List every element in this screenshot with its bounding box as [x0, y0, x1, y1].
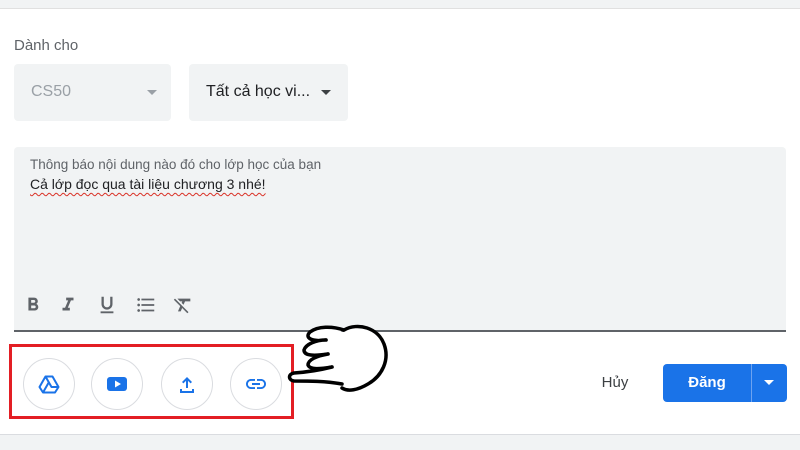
attachment-highlight-box — [9, 344, 294, 419]
chevron-down-icon — [321, 90, 331, 95]
class-select[interactable]: CS50 — [14, 64, 171, 121]
post-options-button[interactable] — [751, 364, 787, 402]
bold-icon[interactable] — [22, 294, 44, 316]
students-select[interactable]: Tất cả học vi... — [189, 64, 348, 121]
announcement-placeholder: Thông báo nội dung nào đó cho lớp học củ… — [30, 157, 322, 172]
clear-formatting-icon[interactable] — [172, 294, 194, 316]
cancel-button[interactable]: Hủy — [586, 364, 644, 402]
bulleted-list-icon[interactable] — [135, 294, 157, 316]
announcement-text-area[interactable]: Thông báo nội dung nào đó cho lớp học củ… — [14, 147, 786, 332]
chevron-down-icon — [764, 380, 774, 385]
students-select-value: Tất cả học vi... — [206, 83, 311, 100]
chevron-down-icon — [147, 90, 157, 95]
class-select-value: CS50 — [31, 83, 72, 100]
announcement-text[interactable]: Cả lớp đọc qua tài liệu chương 3 nhé! — [30, 176, 266, 192]
post-button[interactable]: Đăng — [663, 364, 751, 402]
audience-label: Dành cho — [14, 37, 79, 54]
italic-icon[interactable] — [57, 294, 79, 316]
pointing-hand-icon — [287, 324, 388, 392]
underline-icon[interactable] — [96, 294, 118, 316]
